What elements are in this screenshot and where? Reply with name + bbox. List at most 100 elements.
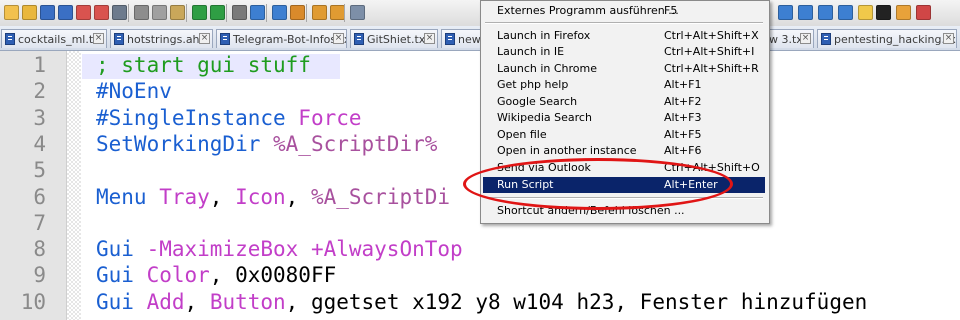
code-token: SetWorkingDir bbox=[96, 131, 274, 156]
close-icon[interactable]: × bbox=[93, 33, 104, 44]
code-token: Menu bbox=[96, 184, 160, 209]
code-token: +AlwaysOnTop bbox=[310, 237, 463, 262]
menu-item-launch-firefox[interactable]: Launch in Firefox Ctrl+Alt+Shift+X bbox=[483, 28, 765, 44]
sync-v-icon[interactable] bbox=[312, 5, 327, 20]
tab-new-3[interactable]: w 3.txt × bbox=[766, 29, 814, 48]
save-all-icon[interactable] bbox=[58, 5, 73, 20]
zoom-out-icon[interactable] bbox=[290, 5, 305, 20]
code-line[interactable]: SetWorkingDir %A_ScriptDir% bbox=[96, 132, 437, 156]
word-wrap-icon[interactable] bbox=[350, 5, 365, 20]
menu-item-send-outlook[interactable]: Send via Outlook Ctrl+Alt+Shift+O bbox=[483, 160, 765, 176]
menu-item-label: Run Script bbox=[497, 178, 554, 191]
sync-h-icon[interactable] bbox=[330, 5, 345, 20]
menu-item-label: Send via Outlook bbox=[497, 161, 591, 174]
menu-item-label: Launch in IE bbox=[497, 45, 565, 58]
menu-item-launch-chrome[interactable]: Launch in Chrome Ctrl+Alt+Shift+R bbox=[483, 61, 765, 77]
menu-item-label: Wikipedia Search bbox=[497, 111, 592, 124]
menu-item-change-shortcut[interactable]: Shortcut ändern/Befehl löschen ... bbox=[483, 203, 765, 219]
copy-icon[interactable] bbox=[152, 5, 167, 20]
undo-icon[interactable] bbox=[192, 5, 207, 20]
save-icon[interactable] bbox=[40, 5, 55, 20]
menu-item-run-script[interactable]: Run Script Alt+Enter bbox=[483, 177, 765, 193]
code-line[interactable]: Gui Color, 0x0080FF bbox=[96, 263, 336, 287]
line-number-gutter: 1 2 3 4 5 6 7 8 9 10 bbox=[0, 51, 67, 320]
replace-icon[interactable] bbox=[250, 5, 265, 20]
tab-hotstrings[interactable]: hotstrings.ahk × bbox=[110, 29, 213, 48]
close-icon[interactable]: × bbox=[199, 33, 210, 44]
menu-item-shortcut: Ctrl+Alt+Shift+X bbox=[664, 29, 759, 42]
macro-play-icon[interactable] bbox=[818, 5, 833, 20]
redo-icon[interactable] bbox=[210, 5, 225, 20]
close-icon[interactable]: × bbox=[800, 33, 811, 44]
run-icon[interactable] bbox=[896, 5, 911, 20]
menu-item-run-external[interactable]: Externes Programm ausführen ... F5 bbox=[483, 3, 765, 19]
menu-item-label: Externes Programm ausführen ... bbox=[497, 4, 679, 17]
code-token: Color bbox=[146, 263, 210, 288]
zoom-in-icon[interactable] bbox=[272, 5, 287, 20]
macro-playmulti-icon[interactable] bbox=[838, 5, 853, 20]
tab-pentesting[interactable]: pentesting_hacking.txt × bbox=[817, 29, 957, 48]
document-icon bbox=[445, 33, 455, 45]
document-icon bbox=[354, 33, 364, 45]
cut-icon[interactable] bbox=[134, 5, 149, 20]
code-token: #SingleInstance bbox=[96, 105, 299, 130]
menu-item-label: Open file bbox=[497, 128, 547, 141]
close-icon[interactable]: × bbox=[943, 33, 954, 44]
close-icon[interactable]: × bbox=[333, 33, 344, 44]
menu-item-launch-ie[interactable]: Launch in IE Ctrl+Alt+Shift+I bbox=[483, 44, 765, 60]
close-icon[interactable] bbox=[76, 5, 91, 20]
menu-item-php-help[interactable]: Get php help Alt+F1 bbox=[483, 77, 765, 93]
code-token: Gui bbox=[96, 289, 147, 314]
menu-separator bbox=[485, 22, 763, 24]
menu-item-open-file[interactable]: Open file Alt+F5 bbox=[483, 127, 765, 143]
close-icon[interactable]: × bbox=[424, 33, 435, 44]
menu-item-shortcut: Ctrl+Alt+Shift+I bbox=[664, 45, 755, 58]
tab-gitshiet[interactable]: GitShiet.txt × bbox=[350, 29, 438, 48]
menu-item-shortcut: F5 bbox=[664, 4, 678, 17]
menu-separator bbox=[485, 197, 763, 199]
open-file-icon[interactable] bbox=[22, 5, 37, 20]
menu-item-shortcut: Ctrl+Alt+Shift+R bbox=[664, 62, 759, 75]
context-menu: Externes Programm ausführen ... F5 Launc… bbox=[480, 0, 770, 224]
menu-item-label: Get php help bbox=[497, 78, 569, 91]
menu-item-shortcut: Alt+F3 bbox=[664, 111, 702, 124]
code-token: , 0x0080FF bbox=[209, 263, 337, 288]
tab-cocktails[interactable]: cocktails_ml.txt × bbox=[1, 29, 107, 48]
m4-icon[interactable] bbox=[876, 5, 891, 20]
code-line[interactable]: #NoEnv bbox=[96, 79, 172, 103]
toolbar-separator bbox=[306, 4, 307, 22]
macro-record-icon[interactable] bbox=[778, 5, 793, 20]
new-file-icon[interactable] bbox=[4, 5, 19, 20]
toolbar-separator bbox=[186, 4, 187, 22]
menu-item-google-search[interactable]: Google Search Alt+F2 bbox=[483, 94, 765, 110]
line-number: 6 bbox=[33, 184, 46, 209]
close-all-icon[interactable] bbox=[94, 5, 109, 20]
document-icon bbox=[220, 33, 230, 45]
code-line[interactable]: ; start gui stuff bbox=[96, 53, 311, 77]
tab-new[interactable]: new bbox=[441, 29, 481, 48]
menu-item-shortcut: Alt+F6 bbox=[664, 144, 702, 157]
tab-telegram[interactable]: Telegram-Bot-Infos.txt × bbox=[216, 29, 347, 48]
print-icon[interactable] bbox=[112, 5, 127, 20]
menu-item-shortcut: Alt+Enter bbox=[664, 178, 718, 191]
line-number: 1 bbox=[33, 53, 46, 77]
toolbar-separator bbox=[128, 4, 129, 22]
code-line[interactable]: #SingleInstance Force bbox=[96, 106, 362, 130]
menu-item-label: Google Search bbox=[497, 95, 578, 108]
paste-icon[interactable] bbox=[170, 5, 185, 20]
macro-save-icon[interactable] bbox=[858, 5, 873, 20]
code-token: Tray bbox=[159, 184, 210, 209]
document-icon bbox=[114, 33, 124, 45]
find-icon[interactable] bbox=[232, 5, 247, 20]
macro-stop-icon[interactable] bbox=[798, 5, 813, 20]
line-number: 8 bbox=[33, 237, 46, 262]
spellcheck-icon[interactable] bbox=[916, 5, 931, 20]
menu-item-wikipedia-search[interactable]: Wikipedia Search Alt+F3 bbox=[483, 110, 765, 126]
tab-label: GitShiet.txt bbox=[367, 33, 430, 46]
code-line[interactable]: Gui Add, Button, ggetset x192 y8 w104 h2… bbox=[96, 290, 867, 314]
menu-item-label: Launch in Chrome bbox=[497, 62, 597, 75]
toolbar-separator bbox=[266, 4, 267, 22]
code-line[interactable]: Menu Tray, Icon, %A_ScriptDi bbox=[96, 185, 450, 209]
menu-item-open-another-instance[interactable]: Open in another instance Alt+F6 bbox=[483, 143, 765, 159]
code-line[interactable]: Gui -MaximizeBox +AlwaysOnTop bbox=[96, 237, 463, 261]
